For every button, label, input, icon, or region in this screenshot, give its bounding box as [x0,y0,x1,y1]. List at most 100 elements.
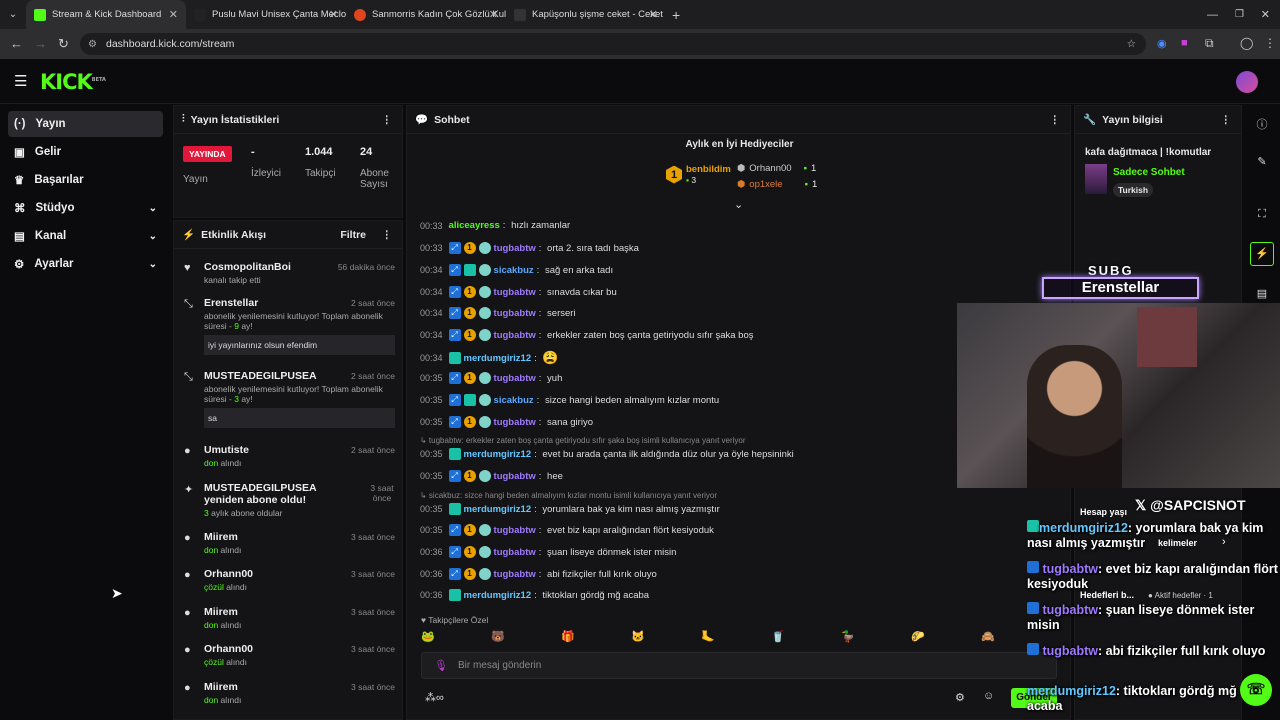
gift-count: 1 [810,163,817,174]
event-desc: don alındı [204,620,242,630]
chat-username[interactable]: merdumgiriz12 [464,504,532,515]
close-icon[interactable]: ✕ [329,8,338,21]
chat-message: 00:34 ⤢ sicakbuz: sağ en arka tadı [420,264,614,276]
minimize-icon[interactable]: — [1207,9,1218,21]
emote-icon[interactable]: 🙈 [981,630,995,643]
prediction-icon: ● [184,445,191,457]
language-tag[interactable]: Turkish [1113,183,1154,197]
tab-list-chevron-icon[interactable]: ⌄ [0,9,26,20]
panel-title: Yayın İstatistikleri [190,113,280,126]
emote-icon[interactable]: 🎁 [561,630,575,643]
kick-logo[interactable]: KICKBETA [40,70,106,94]
emote-icon[interactable]: 🥤 [771,630,785,643]
back-icon[interactable]: ← [10,36,23,51]
sidebar-item-label: Başarılar [34,174,84,186]
emote-icon[interactable]: 🦆 [841,630,855,643]
chat-username[interactable]: tugbabtw [494,330,536,341]
chat-username[interactable]: aliceayress [449,220,500,231]
chat-username[interactable]: tugbabtw [494,471,536,482]
collapse-chevron-icon[interactable]: ⌄ [734,198,743,211]
gifter-badge-icon [478,286,491,298]
chat-username[interactable]: tugbabtw [494,569,536,580]
document-icon[interactable]: ▤ [1252,284,1272,304]
hamburger-menu-icon[interactable]: ☰ [14,72,27,90]
fullscreen-icon[interactable]: ⛶ [1252,204,1272,224]
event-desc: don alındı [204,458,242,468]
close-icon[interactable]: ✕ [489,8,498,21]
info-icon[interactable]: ⓘ [1252,115,1272,135]
chat-username[interactable]: tugbabtw [494,417,536,428]
close-icon[interactable]: ✕ [649,8,658,21]
more-options-icon[interactable]: ⋮ [1221,114,1232,126]
chat-username[interactable]: sicakbuz [494,265,534,276]
maximize-icon[interactable]: ❐ [1235,9,1244,20]
page-favicon-icon [194,8,206,21]
top-gifter-1: 1 benbildim ▪ 3 [666,164,731,185]
chat-input[interactable]: 🎙 Bir mesaj gönderin [421,652,1057,679]
new-tab-icon[interactable]: + [672,7,680,23]
verified-badge-icon: ⤢ [448,416,461,428]
emote-icon[interactable]: 🐱 [631,630,645,643]
profile-icon[interactable]: ◯ [1240,36,1253,50]
chat-username[interactable]: merdumgiriz12 [464,590,532,601]
chat-username[interactable]: tugbabtw [494,308,536,319]
verified-badge-icon: ⤢ [448,372,461,384]
sidebar-item-ayarlar[interactable]: ⚙ Ayarlar ⌄ [8,251,163,277]
chat-message: 00:36 merdumgiriz12: tiktokları gördğ mğ … [420,589,650,601]
chat-username[interactable]: tugbabtw [494,547,536,558]
avatar[interactable] [1236,71,1258,93]
more-options-icon[interactable]: ⋮ [382,114,393,126]
emote-icon[interactable]: 🦶 [701,630,715,643]
emote-icon[interactable]: 🌮 [911,630,925,643]
extensions-puzzle-icon[interactable]: ⧉ [1205,36,1214,51]
chat-username[interactable]: tugbabtw [494,243,536,254]
chat-username[interactable]: tugbabtw [494,525,536,536]
gifter-badge-icon [478,307,491,319]
filter-button[interactable]: Filtre [340,229,366,241]
microphone-icon[interactable]: 🎙 [434,659,448,672]
lightning-icon[interactable]: ⚡ [1250,242,1274,266]
overlay-chat-line: tugbabtw: evet biz kapı aralığından flör… [1027,561,1278,591]
sidebar-item-yayin[interactable]: (·) Yayın [8,111,163,137]
reload-icon[interactable]: ↻ [58,36,69,52]
extension-icon[interactable]: ■ [1181,37,1188,49]
sidebar-item-gelir[interactable]: ▣ Gelir [8,139,163,165]
emote-icon[interactable]: 🐻 [491,630,505,643]
emote-picker-icon[interactable]: ☺ [983,690,994,702]
panel-title: Etkinlik Akışı [201,228,267,241]
category-link[interactable]: Sadece Sohbet [1113,167,1185,178]
chat-message: 00:34 ⤢ 1 tugbabtw: erkekler zaten boş çant… [420,329,754,341]
extension-icon[interactable]: ◉ [1157,37,1167,50]
points-icon[interactable]: ⁂∞ [425,691,444,704]
chat-username[interactable]: sicakbuz [494,395,534,406]
chat-username[interactable]: merdumgiriz12 [464,449,532,460]
address-bar[interactable]: ⚙ dashboard.kick.com/stream ☆ [80,33,1146,55]
sidebar-item-basarilar[interactable]: ♛ Başarılar [8,167,163,193]
chat-username[interactable]: tugbabtw [494,373,536,384]
tab-ceket[interactable]: Kapüşonlu şişme ceket - Ceket ✕ [506,0,666,29]
forward-icon[interactable]: → [34,36,47,51]
more-options-icon[interactable]: ⋮ [1050,114,1061,126]
page-favicon-icon [354,8,366,21]
site-info-icon[interactable]: ⚙ [88,39,97,50]
tab-sanmorris[interactable]: Sanmorris Kadın Çok Gözlü Kul ✕ [346,0,506,29]
sidebar-item-kanal[interactable]: ▤ Kanal ⌄ [8,223,163,249]
chat-username[interactable]: merdumgiriz12 [464,353,532,364]
tab-kick-dashboard[interactable]: Stream & Kick Dashboard ✕ [26,0,186,29]
sparkle-icon: ✦ [184,484,194,496]
browser-menu-icon[interactable]: ⋮ [1264,36,1276,50]
emote-icon[interactable]: 🐸 [421,630,435,643]
sidebar-item-studyo[interactable]: ⌘ Stüdyo ⌄ [8,195,163,221]
tab-canta[interactable]: Puslu Mavi Unisex Çanta Meclo ✕ [186,0,346,29]
chat-username[interactable]: tugbabtw [494,287,536,298]
support-chat-button[interactable]: ☏ [1240,674,1272,706]
overlay-caption: Hesap yaşı [1080,507,1128,517]
more-options-icon[interactable]: ⋮ [382,229,393,241]
edit-icon[interactable]: ✎ [1252,152,1272,172]
bookmark-star-icon[interactable]: ☆ [1127,38,1136,50]
emote-bar: 🐸 🐻 🎁 🐱 🦶 🥤 🦆 🌮 🙈 [421,630,1021,646]
window-close-icon[interactable]: ✕ [1261,8,1270,21]
viewers-stat: - İzleyici [251,146,281,179]
gear-icon[interactable]: ⚙ [955,691,965,704]
close-icon[interactable]: ✕ [169,8,178,21]
